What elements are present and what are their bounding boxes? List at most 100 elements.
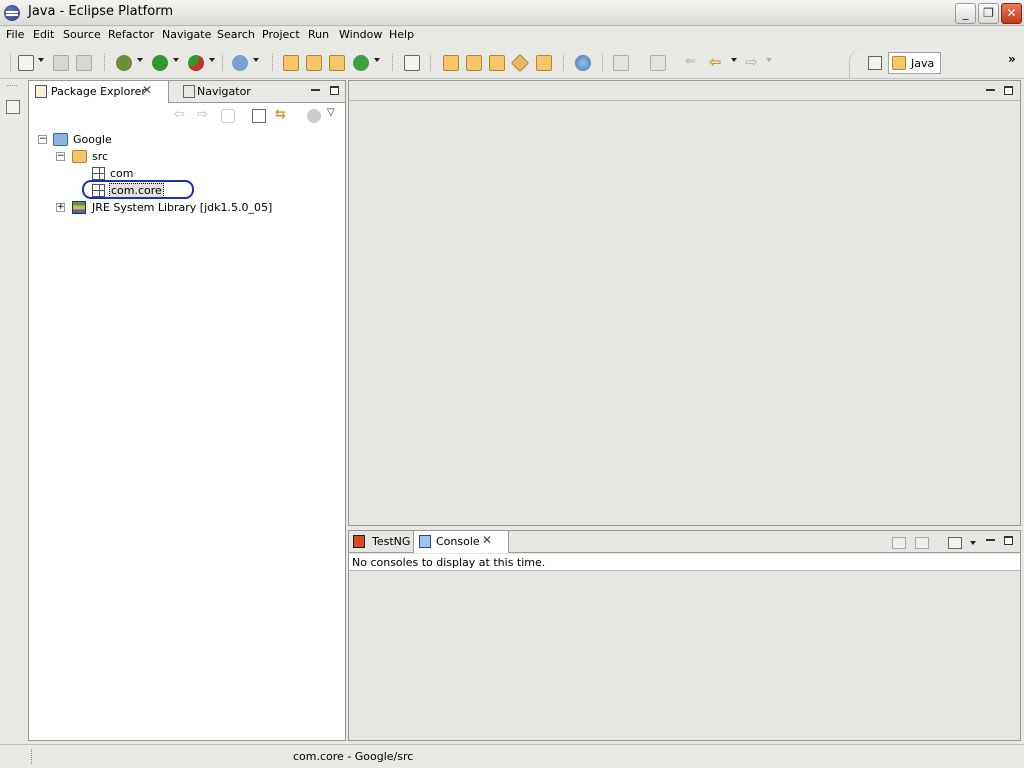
menu-edit[interactable]: Edit [33, 28, 54, 41]
clear-console-icon[interactable] [892, 537, 906, 549]
toolbar-separator [272, 54, 273, 71]
chevron-down-icon[interactable] [137, 58, 143, 62]
forward-icon[interactable]: ⇨ [197, 108, 211, 123]
menu-refactor[interactable]: Refactor [108, 28, 154, 41]
collapse-icon[interactable]: − [56, 152, 65, 161]
chevron-down-icon[interactable] [173, 58, 179, 62]
menu-window[interactable]: Window [339, 28, 382, 41]
maximize-view-button[interactable] [1004, 536, 1013, 545]
chevron-down-icon[interactable] [970, 541, 976, 545]
menu-help[interactable]: Help [389, 28, 414, 41]
maximize-button[interactable]: ❐ [978, 3, 999, 24]
menu-file[interactable]: File [6, 28, 24, 41]
navigator-icon [183, 85, 195, 98]
tab-testng[interactable]: TestNG [349, 531, 413, 553]
left-trim [0, 80, 26, 742]
toggle-mark-icon[interactable] [510, 53, 530, 73]
menu-source[interactable]: Source [63, 28, 101, 41]
java-perspective-button[interactable]: Java [888, 52, 941, 74]
toolbar-separator [602, 54, 603, 71]
tab-label: Console [436, 535, 480, 548]
toolbar-separator [104, 54, 105, 71]
tree-node-library[interactable]: + JRE System Library [jdk1.5.0_05] [52, 200, 292, 216]
debug-icon[interactable] [116, 55, 132, 71]
tab-console[interactable]: Console ✕ [413, 531, 509, 553]
toolbar-overflow-button[interactable]: » [1008, 52, 1016, 66]
view-tabs: Package Explorer ✕ Navigator [29, 81, 345, 103]
close-icon[interactable]: ✕ [482, 533, 492, 547]
maximize-editor-button[interactable] [1004, 86, 1013, 95]
open-file-icon[interactable] [536, 55, 552, 71]
view-menu-icon[interactable]: ▽ [327, 107, 341, 121]
new-other-icon[interactable] [353, 55, 369, 71]
open-console-icon[interactable] [948, 537, 962, 549]
minimize-view-button[interactable] [986, 539, 995, 541]
next-annotation-icon[interactable] [613, 55, 629, 71]
testng-icon [353, 535, 365, 548]
tree-node-src[interactable]: − src [52, 149, 212, 165]
menu-search[interactable]: Search [217, 28, 255, 41]
status-grip [31, 749, 32, 764]
annotation-highlight-ring [82, 180, 194, 199]
window-title: Java - Eclipse Platform [28, 4, 173, 19]
run-icon[interactable] [152, 55, 168, 71]
chevron-down-icon[interactable] [209, 58, 215, 62]
open-type-icon[interactable] [443, 55, 459, 71]
fast-view-icon[interactable] [6, 100, 20, 114]
new-java-project-icon[interactable] [283, 55, 299, 71]
link-with-editor-icon[interactable]: ⇆ [275, 108, 289, 123]
library-icon [72, 201, 86, 214]
print-icon[interactable] [76, 55, 92, 71]
display-console-icon[interactable] [915, 537, 929, 549]
maximize-view-button[interactable] [330, 86, 339, 95]
tab-navigator[interactable]: Navigator [177, 81, 257, 103]
chevron-down-icon[interactable] [766, 58, 772, 62]
chevron-down-icon[interactable] [253, 58, 259, 62]
menu-run[interactable]: Run [308, 28, 329, 41]
editor-tab-strip [349, 81, 1020, 101]
save-icon[interactable] [53, 55, 69, 71]
search-icon[interactable] [232, 55, 248, 71]
menu-project[interactable]: Project [262, 28, 300, 41]
tab-package-explorer[interactable]: Package Explorer ✕ [29, 81, 169, 103]
close-button[interactable]: ✕ [1001, 3, 1022, 24]
toolbar-separator [10, 54, 11, 71]
tab-label: Package Explorer [51, 85, 146, 98]
close-icon[interactable]: ✕ [142, 83, 152, 97]
open-task-icon[interactable] [404, 55, 420, 71]
tree-label: com [110, 167, 134, 180]
forward-icon[interactable]: ⇨ [745, 55, 761, 71]
tree-node-project[interactable]: − Google [35, 132, 235, 148]
source-folder-icon [72, 150, 87, 163]
prev-annotation-icon[interactable] [650, 55, 666, 71]
minimize-editor-button[interactable] [986, 89, 995, 91]
menu-navigate[interactable]: Navigate [162, 28, 211, 41]
editor-area [348, 80, 1021, 526]
minimize-button[interactable]: _ [955, 3, 976, 24]
back-icon[interactable]: ⇦ [174, 108, 188, 123]
chevron-down-icon[interactable] [38, 58, 44, 62]
new-wizard-icon[interactable] [18, 55, 34, 71]
last-edit-icon[interactable]: ⇐ [685, 55, 701, 71]
globe-icon[interactable] [575, 55, 591, 71]
new-class-icon[interactable] [329, 55, 345, 71]
collapse-icon[interactable]: − [38, 135, 47, 144]
open-perspective-button[interactable] [868, 56, 882, 70]
open-type-hierarchy-icon[interactable] [466, 55, 482, 71]
open-resource-icon[interactable] [489, 55, 505, 71]
chevron-down-icon[interactable] [731, 58, 737, 62]
new-package-icon[interactable] [306, 55, 322, 71]
perspective-label: Java [911, 57, 935, 70]
filter-icon[interactable] [307, 109, 321, 123]
tree-label: src [92, 150, 109, 163]
expand-icon[interactable]: + [56, 203, 65, 212]
package-tree: − Google − src com com.core + JRE System… [29, 129, 345, 740]
title-bar: Java - Eclipse Platform _ ❐ ✕ [0, 0, 1024, 26]
back-icon[interactable]: ⇦ [709, 55, 725, 71]
external-tools-icon[interactable] [188, 55, 204, 71]
status-bar: com.core - Google/src [0, 744, 1024, 768]
chevron-down-icon[interactable] [374, 58, 380, 62]
collapse-all-icon[interactable] [252, 109, 266, 123]
minimize-view-button[interactable] [311, 89, 320, 91]
up-icon[interactable] [221, 109, 235, 123]
